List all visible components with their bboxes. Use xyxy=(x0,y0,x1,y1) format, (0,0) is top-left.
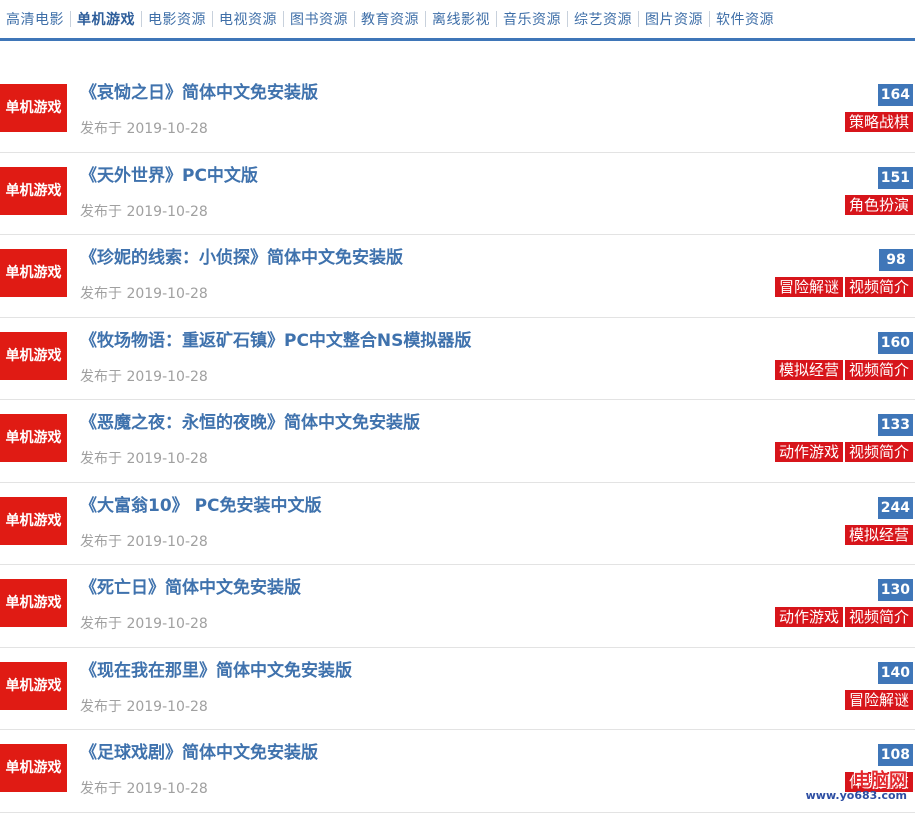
tag-link[interactable]: 冒险解谜 xyxy=(774,277,843,297)
category-badge[interactable]: 单机游戏 xyxy=(0,84,67,132)
item-title-link[interactable]: 《大富翁10》 PC免安装中文版 xyxy=(80,491,322,516)
tag-group: 模拟经营 xyxy=(844,524,913,545)
view-count-badge: 108 xyxy=(877,744,913,766)
category-badge[interactable]: 单机游戏 xyxy=(0,496,67,545)
tag-link[interactable]: 动作游戏 xyxy=(774,442,843,462)
tag-link[interactable]: 视频简介 xyxy=(844,607,913,627)
tag-link[interactable]: 冒险解谜 xyxy=(844,689,913,710)
tag-group: 策略战棋 xyxy=(844,112,913,132)
nav-item[interactable]: 教育资源 xyxy=(355,9,425,29)
tag-group: 角色扮演 xyxy=(844,194,913,215)
tag-link[interactable]: 视频简介 xyxy=(844,359,913,380)
tag-link[interactable]: 角色扮演 xyxy=(844,194,913,215)
tag-link[interactable]: 视频简介 xyxy=(844,442,913,462)
top-navigation: 高清电影 单机游戏 电影资源 电视资源 图书资源 教育资源 离线影视 音乐资源 综艺资源 图片资源… xyxy=(0,0,915,41)
category-badge[interactable]: 单机游戏 xyxy=(0,331,67,380)
watermark-text: 电脑网 xyxy=(853,770,907,791)
tag-link[interactable]: 策略战棋 xyxy=(844,112,913,132)
publish-date: 发布于 2019-10-28 xyxy=(80,368,208,385)
view-count-badge: 151 xyxy=(877,166,913,189)
site-watermark: 电脑网 www.yo683.com xyxy=(805,770,907,802)
category-badge[interactable]: 单机游戏 xyxy=(0,744,67,792)
view-count-badge: 160 xyxy=(877,331,913,354)
item-title-link[interactable]: 《恶魔之夜：永恒的夜晚》简体中文免安装版 xyxy=(80,408,420,433)
tag-link[interactable]: 视频简介 xyxy=(844,277,913,297)
category-badge[interactable]: 单机游戏 xyxy=(0,579,67,627)
nav-item[interactable]: 软件资源 xyxy=(710,9,780,29)
nav-item[interactable]: 离线影视 xyxy=(426,9,496,29)
view-count-badge: 244 xyxy=(877,496,913,519)
category-badge[interactable]: 单机游戏 xyxy=(0,661,67,710)
nav-item[interactable]: 图片资源 xyxy=(639,9,709,29)
tag-link[interactable]: 模拟经营 xyxy=(844,524,913,545)
publish-date: 发布于 2019-10-28 xyxy=(80,616,208,632)
tag-link[interactable]: 模拟经营 xyxy=(774,359,843,380)
list-item: 单机游戏 《恶魔之夜：永恒的夜晚》简体中文免安装版发布于 2019-10-28 13… xyxy=(0,400,915,483)
list-item: 单机游戏 《死亡日》简体中文免安装版发布于 2019-10-28 130 动作游戏 视频… xyxy=(0,565,915,648)
list-item: 单机游戏 《大富翁10》 PC免安装中文版发布于 2019-10-28 244 模拟经… xyxy=(0,483,915,565)
nav-item[interactable]: 图书资源 xyxy=(284,9,354,29)
watermark-url: www.yo683.com xyxy=(805,789,907,802)
view-count-badge: 140 xyxy=(877,661,913,684)
view-count-badge: 133 xyxy=(877,414,913,436)
nav-item[interactable]: 单机游戏 xyxy=(71,9,141,29)
list-item: 单机游戏 《珍妮的线索：小侦探》简体中文免安装版发布于 2019-10-28 98 冒… xyxy=(0,235,915,318)
publish-date: 发布于 2019-10-28 xyxy=(80,451,208,467)
tag-group: 冒险解谜 xyxy=(844,689,913,710)
tag-group: 动作游戏 视频简介 xyxy=(774,607,913,627)
nav-item[interactable]: 电视资源 xyxy=(213,9,283,29)
list-item: 单机游戏 《足球戏剧》简体中文免安装版 发布于 2019-10-28 108 体育竞技 xyxy=(0,730,915,813)
publish-date: 发布于 2019-10-28 xyxy=(80,698,208,715)
tag-group: 模拟经营 视频简介 xyxy=(774,359,913,380)
tag-group: 动作游戏 视频简介 xyxy=(774,442,913,462)
item-title-link[interactable]: 《现在我在那里》简体中文免安装版 xyxy=(80,656,352,681)
item-title-link[interactable]: 《珍妮的线索：小侦探》简体中文免安装版 xyxy=(80,243,403,268)
tag-group: 冒险解谜 视频简介 xyxy=(774,277,913,297)
list-item: 单机游戏 《哀恸之日》简体中文免安装版发布于 2019-10-28 164 策略战棋 xyxy=(0,70,915,153)
publish-date: 发布于 2019-10-28 xyxy=(80,286,208,302)
view-count-badge: 130 xyxy=(877,579,913,601)
nav-item[interactable]: 电影资源 xyxy=(142,9,212,29)
nav-item[interactable]: 综艺资源 xyxy=(568,9,638,29)
list-item: 单机游戏 《牧场物语：重返矿石镇》PC中文整合NS模拟器版发布于 2019-10-… xyxy=(0,318,915,400)
list-item: 单机游戏 《天外世界》PC中文版发布于 2019-10-28 151 角色扮演 xyxy=(0,153,915,235)
item-title-link[interactable]: 《牧场物语：重返矿石镇》PC中文整合NS模拟器版 xyxy=(80,326,471,351)
item-title-link[interactable]: 《天外世界》PC中文版 xyxy=(80,161,258,186)
view-count-badge: 164 xyxy=(877,84,913,106)
publish-date: 发布于 2019-10-28 xyxy=(80,781,208,797)
view-count-badge: 98 xyxy=(879,249,913,271)
item-title-link[interactable]: 《哀恸之日》简体中文免安装版 xyxy=(80,78,318,103)
publish-date: 发布于 2019-10-28 xyxy=(80,533,208,550)
publish-date: 发布于 2019-10-28 xyxy=(80,203,208,220)
category-badge[interactable]: 单机游戏 xyxy=(0,249,67,297)
nav-item[interactable]: 音乐资源 xyxy=(497,9,567,29)
resource-list: 单机游戏 《哀恸之日》简体中文免安装版 发布于 2019-10-28 164 策略战棋单… xyxy=(0,70,915,813)
publish-date: 发布于 2019-10-28 xyxy=(80,121,208,137)
tag-link[interactable]: 动作游戏 xyxy=(774,607,843,627)
list-item: 单机游戏 《现在我在那里》简体中文免安装版发布于 2019-10-28 140 冒险解… xyxy=(0,648,915,730)
category-badge[interactable]: 单机游戏 xyxy=(0,414,67,462)
item-title-link[interactable]: 《死亡日》简体中文免安装版 xyxy=(80,573,301,598)
nav-item[interactable]: 高清电影 xyxy=(0,9,70,29)
category-badge[interactable]: 单机游戏 xyxy=(0,166,67,215)
item-title-link[interactable]: 《足球戏剧》简体中文免安装版 xyxy=(80,738,318,763)
